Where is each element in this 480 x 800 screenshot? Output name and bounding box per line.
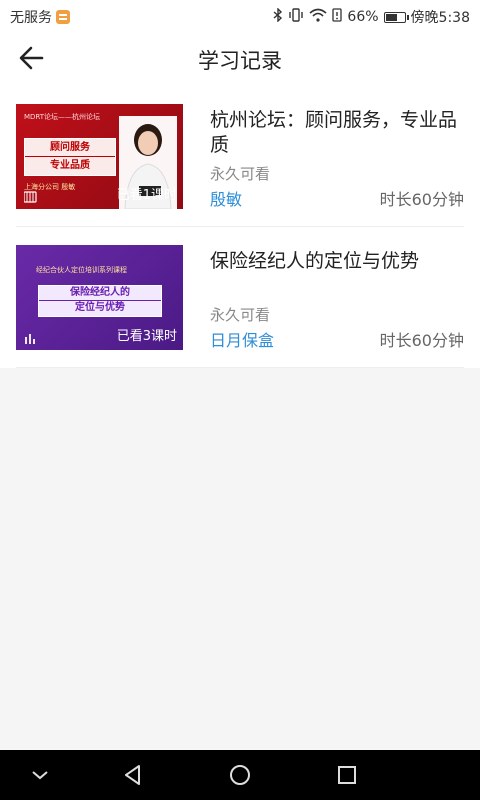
record-title[interactable]: 杭州论坛：顾问服务，专业品质 <box>210 108 464 158</box>
notification-icon <box>56 10 70 24</box>
nav-recents-button[interactable] <box>335 763 359 787</box>
duration-label: 时长60分钟 <box>379 190 464 209</box>
watched-count: 已看3课时 <box>116 329 177 344</box>
recents-square-icon <box>338 766 356 784</box>
record-list: MDRT论坛——杭州论坛 顾问服务 专业品质 上海分公司 殷敏 已看1课时 杭州… <box>0 86 480 368</box>
access-label: 永久可看 <box>210 306 271 324</box>
thumb-box-line2: 专业品质 <box>50 160 90 171</box>
nav-back-button[interactable] <box>121 763 145 787</box>
thumb-title-box: 保险经纪人的 定位与优势 <box>38 285 162 317</box>
list-item[interactable]: 经纪合伙人定位培训系列课程 保险经纪人的 定位与优势 已看3课时 保险经纪人的定… <box>0 227 480 368</box>
watched-count: 已看1课时 <box>116 188 177 203</box>
course-thumbnail[interactable]: MDRT论坛——杭州论坛 顾问服务 专业品质 上海分公司 殷敏 已看1课时 <box>16 104 183 209</box>
collapse-icon <box>32 771 48 780</box>
carrier-label: 无服务 <box>10 10 52 26</box>
thumb-top-text: MDRT论坛——杭州论坛 <box>24 113 101 121</box>
thumb-box-line1: 保险经纪人的 <box>39 286 161 301</box>
author-link[interactable]: 殷敏 <box>210 186 242 210</box>
battery-percent: 66% <box>347 9 379 25</box>
access-label: 永久可看 <box>210 165 271 183</box>
record-card[interactable]: MDRT论坛——杭州论坛 顾问服务 专业品质 上海分公司 殷敏 已看1课时 杭州… <box>16 86 464 227</box>
course-thumbnail[interactable]: 经纪合伙人定位培训系列课程 保险经纪人的 定位与优势 已看3课时 <box>16 245 183 350</box>
thumb-title-box: 顾问服务 专业品质 <box>24 138 116 176</box>
status-right: 66% 傍晚5:38 <box>273 7 470 27</box>
nav-home-button[interactable] <box>228 763 252 787</box>
record-title[interactable]: 保险经纪人的定位与优势 <box>210 249 464 274</box>
duration-label: 时长60分钟 <box>379 331 464 350</box>
record-card[interactable]: 经纪合伙人定位培训系列课程 保险经纪人的 定位与优势 已看3课时 保险经纪人的定… <box>16 227 464 368</box>
thumb-box-line1: 顾问服务 <box>25 139 115 157</box>
clock: 傍晚5:38 <box>410 10 470 26</box>
thumb-box-line2: 定位与优势 <box>75 302 125 313</box>
video-icon <box>24 191 37 203</box>
vibrate-icon <box>288 8 304 26</box>
system-navigation-bar <box>0 750 480 800</box>
author-link[interactable]: 日月保盒 <box>210 327 274 351</box>
list-item[interactable]: MDRT论坛——杭州论坛 顾问服务 专业品质 上海分公司 殷敏 已看1课时 杭州… <box>0 86 480 227</box>
home-circle-icon <box>230 765 250 785</box>
status-left: 无服务 <box>10 7 70 27</box>
status-bar: 无服务 66% 傍晚5:38 <box>0 0 480 32</box>
app-header: 学习记录 <box>0 32 480 86</box>
alert-icon <box>332 8 343 26</box>
battery-icon <box>383 11 409 23</box>
bluetooth-icon <box>273 7 283 26</box>
wifi-icon <box>309 8 327 26</box>
page-title: 学习记录 <box>198 49 282 73</box>
thumb-top-text: 经纪合伙人定位培训系列课程 <box>36 266 127 274</box>
collapse-button[interactable] <box>28 763 52 787</box>
back-triangle-icon <box>125 765 140 785</box>
bar-chart-icon <box>25 334 35 344</box>
battery-fill <box>385 13 397 21</box>
record-list-area: MDRT论坛——杭州论坛 顾问服务 专业品质 上海分公司 殷敏 已看1课时 杭州… <box>0 86 480 750</box>
